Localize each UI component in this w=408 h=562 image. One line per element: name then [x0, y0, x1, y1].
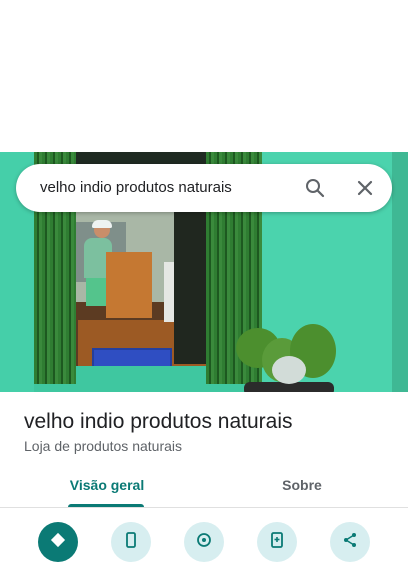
tabs-divider	[0, 507, 408, 508]
search-icon[interactable]	[303, 176, 327, 200]
search-bar[interactable]: velho indio produtos naturais	[16, 164, 392, 212]
call-button[interactable]	[111, 522, 151, 562]
photo-hat	[92, 220, 112, 228]
photo-white-chair	[164, 262, 174, 322]
share-button[interactable]	[330, 522, 370, 562]
map-area[interactable]	[0, 0, 408, 152]
phone-icon	[126, 532, 136, 548]
search-input[interactable]: velho indio produtos naturais	[40, 179, 232, 196]
share-icon	[344, 533, 356, 547]
save-button[interactable]	[257, 522, 297, 562]
photo-desk	[106, 252, 152, 318]
photo-flowers	[272, 356, 306, 384]
directions-button[interactable]	[38, 522, 78, 562]
place-title: velho indio produtos naturais	[24, 410, 293, 433]
place-category[interactable]: Loja de produtos naturais	[24, 438, 182, 454]
directions-icon	[50, 532, 66, 548]
close-icon[interactable]	[353, 176, 377, 200]
navigate-icon	[197, 533, 211, 547]
navigate-button[interactable]	[184, 522, 224, 562]
save-icon	[271, 532, 283, 548]
tab-overview[interactable]: Visão geral	[60, 477, 154, 493]
photo-door-panel	[174, 212, 208, 364]
photo-wall-shade	[392, 152, 408, 392]
tab-about[interactable]: Sobre	[262, 477, 342, 493]
